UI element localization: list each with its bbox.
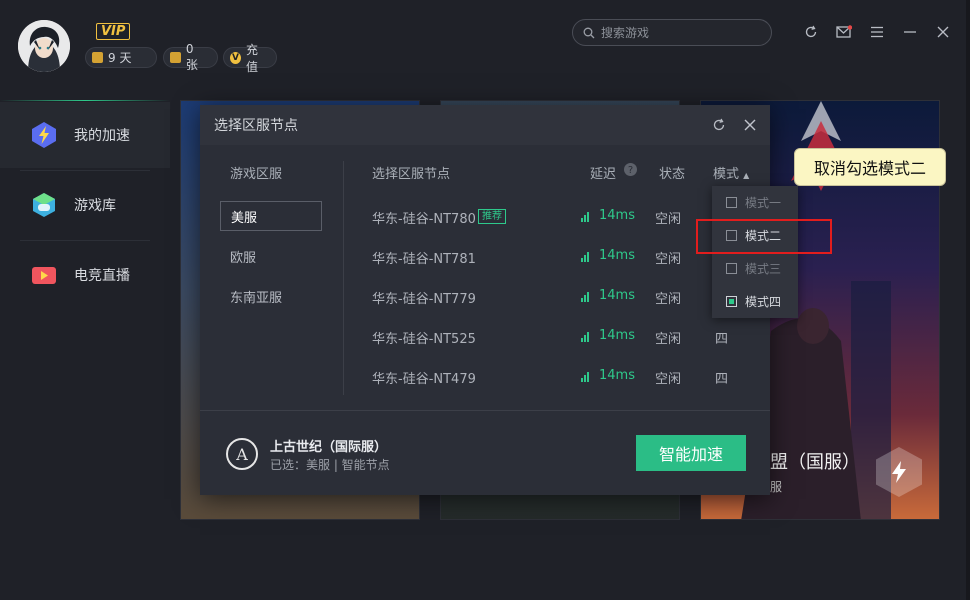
checkbox[interactable] xyxy=(726,197,737,208)
region-eu[interactable]: 欧服 xyxy=(220,241,322,271)
mode-header[interactable]: 模式 ▲ xyxy=(713,163,749,182)
svg-text:?: ? xyxy=(628,165,633,176)
sidebar-item-esports-live[interactable]: 电竞直播 xyxy=(0,242,170,308)
column-divider xyxy=(343,161,344,395)
table-row[interactable]: 华东-硅谷-NT780 推荐 14ms 空闲 xyxy=(372,196,732,236)
signal-icon xyxy=(581,331,589,342)
node-status: 空闲 xyxy=(655,212,682,227)
sidebar-item-label: 游戏库 xyxy=(74,198,116,214)
lightning-icon xyxy=(30,121,58,149)
node-status: 空闲 xyxy=(655,292,682,307)
node-name: 华东-硅谷-NT779 xyxy=(372,292,476,307)
mode-option-3[interactable]: 模式三 xyxy=(712,252,798,285)
ticket-icon xyxy=(170,52,181,63)
signal-icon xyxy=(581,371,589,382)
mode-option-label: 模式三 xyxy=(745,262,782,276)
status-header: 状态 xyxy=(659,167,686,182)
sidebar-item-label: 电竞直播 xyxy=(74,268,130,284)
card-subtitle: 服 xyxy=(770,480,783,494)
node-latency: 14ms xyxy=(599,248,635,263)
node-name: 华东-硅谷-NT479 xyxy=(372,372,476,387)
node-latency: 14ms xyxy=(599,208,635,223)
mail-icon[interactable] xyxy=(836,24,852,40)
refresh-icon[interactable] xyxy=(711,117,727,133)
sidebar-item-my-boost[interactable]: 我的加速 xyxy=(0,102,170,168)
latency-header: 延迟 xyxy=(590,167,617,182)
node-select-dialog: 选择区服节点 游戏区服 美服 欧服 东南亚服 选择区服节点 延迟 ? 状态 模式… xyxy=(200,105,770,495)
dialog-title: 选择区服节点 xyxy=(214,118,298,134)
refresh-icon[interactable] xyxy=(803,24,819,40)
close-icon[interactable] xyxy=(935,24,951,40)
membership-days[interactable]: 9 天 xyxy=(85,47,157,68)
mode-header-label: 模式 xyxy=(713,167,740,182)
search-box[interactable]: 搜索游戏 xyxy=(572,19,772,46)
sidebar-divider xyxy=(20,170,150,171)
v-coin-icon: V xyxy=(230,51,241,64)
search-input[interactable]: 搜索游戏 xyxy=(601,24,649,41)
node-status: 空闲 xyxy=(655,372,682,387)
user-avatar[interactable] xyxy=(18,20,70,72)
dialog-header: 选择区服节点 xyxy=(200,105,770,145)
signal-icon xyxy=(581,251,589,262)
node-status: 空闲 xyxy=(655,332,682,347)
recharge-button[interactable]: V 充值 xyxy=(223,43,277,74)
menu-icon[interactable] xyxy=(869,24,885,40)
calendar-icon xyxy=(92,52,103,63)
table-row[interactable]: 华东-硅谷-NT525 14ms 空闲 四 xyxy=(372,316,732,356)
highlight-box xyxy=(696,219,832,254)
table-row[interactable]: 华东-硅谷-NT479 14ms 空闲 四 xyxy=(372,356,732,396)
region-header: 游戏区服 xyxy=(230,167,283,182)
node-mode: 四 xyxy=(715,332,729,347)
sidebar-item-label: 我的加速 xyxy=(74,128,130,144)
card-count[interactable]: 0 张 xyxy=(163,42,218,72)
active-indicator xyxy=(0,100,170,101)
footer-divider xyxy=(200,410,770,411)
signal-icon xyxy=(581,291,589,302)
caret-up-icon: ▲ xyxy=(743,171,750,180)
region-sea[interactable]: 东南亚服 xyxy=(220,281,322,311)
node-latency: 14ms xyxy=(599,288,635,303)
search-icon xyxy=(583,27,595,38)
region-us[interactable]: 美服 xyxy=(220,201,322,231)
selection-summary: 已选：美服 | 智能节点 xyxy=(270,458,390,472)
recharge-label: 充值 xyxy=(246,42,259,74)
table-row[interactable]: 华东-硅谷-NT781 14ms 空闲 xyxy=(372,236,732,276)
days-value: 9 天 xyxy=(108,51,132,65)
help-icon[interactable]: ? xyxy=(624,163,637,180)
sidebar-divider xyxy=(20,240,150,241)
table-row[interactable]: 华东-硅谷-NT779 14ms 空闲 xyxy=(372,276,732,316)
game-name: 上古世纪（国际服） xyxy=(270,440,388,455)
mode-option-1[interactable]: 模式一 xyxy=(712,186,798,219)
recommended-badge: 推荐 xyxy=(478,209,506,224)
game-library-icon xyxy=(30,191,58,219)
mode-option-label: 模式四 xyxy=(745,295,782,309)
instruction-callout: 取消勾选模式二 xyxy=(794,148,946,186)
mode-option-label: 模式一 xyxy=(745,196,782,210)
node-mode: 四 xyxy=(715,372,729,387)
node-latency: 14ms xyxy=(599,368,635,383)
node-header: 选择区服节点 xyxy=(372,167,451,182)
signal-icon xyxy=(581,211,589,222)
close-icon[interactable] xyxy=(742,117,758,133)
checkbox-checked[interactable] xyxy=(726,296,737,307)
cards-value: 0 张 xyxy=(185,42,198,72)
smart-boost-button[interactable]: 智能加速 xyxy=(636,435,746,471)
window-edge xyxy=(966,0,970,600)
checkbox[interactable] xyxy=(726,263,737,274)
node-status: 空闲 xyxy=(655,252,682,267)
node-name: 华东-硅谷-NT780 xyxy=(372,212,476,227)
vip-badge: VIP xyxy=(96,23,131,40)
game-logo: A xyxy=(226,438,258,470)
mode-option-4[interactable]: 模式四 xyxy=(712,285,798,318)
node-name: 华东-硅谷-NT781 xyxy=(372,252,476,267)
live-video-icon xyxy=(30,261,58,289)
card-title: 盟（国服） xyxy=(770,452,860,473)
node-latency: 14ms xyxy=(599,328,635,343)
sidebar-item-game-library[interactable]: 游戏库 xyxy=(0,172,170,238)
node-name: 华东-硅谷-NT525 xyxy=(372,332,476,347)
minimize-icon[interactable] xyxy=(902,24,918,40)
